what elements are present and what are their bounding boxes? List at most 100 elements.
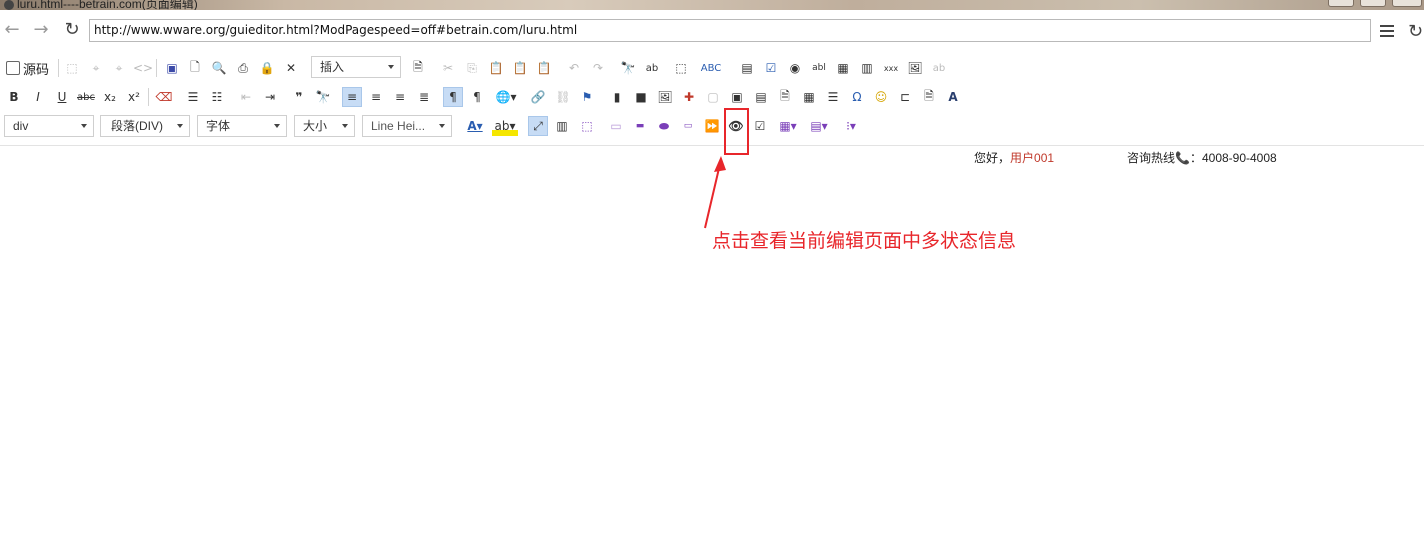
browser-menu-icon[interactable] bbox=[1380, 25, 1394, 37]
forward-icon[interactable]: ⏩ bbox=[702, 116, 722, 136]
remove-bookmark-icon[interactable]: ⌖ bbox=[109, 58, 129, 78]
bulleted-list-icon[interactable]: ☷ bbox=[207, 87, 227, 107]
spellcheck-icon[interactable]: ABC bbox=[701, 58, 722, 78]
rtl-icon[interactable]: ¶ bbox=[467, 87, 487, 107]
widget-icon-1[interactable]: ▭ bbox=[606, 116, 626, 136]
save-icon[interactable]: ▣ bbox=[162, 58, 182, 78]
image-icon[interactable]: 🖼 bbox=[655, 87, 675, 107]
grid-dropdown-icon[interactable]: ▦▾ bbox=[775, 116, 801, 136]
redo-icon[interactable]: ↷ bbox=[588, 58, 608, 78]
select-field-icon[interactable]: ▥ bbox=[857, 58, 877, 78]
table-dropdown-icon[interactable]: ▤▾ bbox=[806, 116, 832, 136]
form-icon[interactable]: ▤ bbox=[737, 58, 757, 78]
size-dropdown[interactable]: 大小 bbox=[294, 115, 355, 137]
smiley-icon[interactable]: ☺ bbox=[871, 87, 891, 107]
ltr-icon[interactable]: ¶ bbox=[443, 87, 463, 107]
reload-icon[interactable]: ↻ bbox=[63, 21, 81, 39]
language-icon[interactable]: 🌐▾ bbox=[492, 87, 520, 107]
bookmark-icon[interactable]: ⌖ bbox=[86, 58, 106, 78]
plus-icon[interactable]: ✚ bbox=[679, 87, 699, 107]
table-icon[interactable]: ▦ bbox=[799, 87, 819, 107]
remove-format-icon[interactable]: ⌫ bbox=[154, 87, 174, 107]
paste-text-icon[interactable]: 📋 bbox=[510, 58, 530, 78]
check-state-icon[interactable]: ☑ bbox=[750, 116, 770, 136]
find-replace-icon[interactable]: 🔭 bbox=[313, 87, 333, 107]
image-button-icon[interactable]: 🖼 bbox=[905, 58, 925, 78]
highlight-color-icon[interactable]: ab▾ bbox=[492, 116, 518, 136]
widget-icon-2[interactable]: ▬ bbox=[630, 116, 650, 136]
username-link[interactable]: 用户001 bbox=[1010, 151, 1054, 165]
address-bar[interactable]: http://www.wware.org/guieditor.html?ModP… bbox=[89, 19, 1371, 42]
close-window-button[interactable] bbox=[1392, 0, 1422, 7]
hidden-field-icon[interactable]: ab bbox=[929, 58, 949, 78]
find-icon[interactable]: 🔭 bbox=[618, 58, 638, 78]
replace-icon[interactable]: ab bbox=[642, 58, 662, 78]
div-container-icon[interactable]: ⬚ bbox=[577, 116, 597, 136]
italic-icon[interactable]: I bbox=[28, 87, 48, 107]
flash-icon[interactable]: ■ bbox=[631, 87, 651, 107]
chart-icon[interactable]: ▮ bbox=[607, 87, 627, 107]
media-icon[interactable]: ▣ bbox=[727, 87, 747, 107]
checkbox-icon[interactable]: ☑ bbox=[761, 58, 781, 78]
numbered-list-icon[interactable]: ☰ bbox=[183, 87, 203, 107]
forward-arrow-icon[interactable]: → bbox=[32, 21, 50, 39]
subscript-icon[interactable]: x₂ bbox=[100, 87, 120, 107]
calendar-icon[interactable]: ▤ bbox=[751, 87, 771, 107]
paste-word-icon[interactable]: 📋 bbox=[534, 58, 554, 78]
outdent-icon[interactable]: ⇤ bbox=[236, 87, 256, 107]
justify-icon[interactable]: ≣ bbox=[414, 87, 434, 107]
undo-icon[interactable]: ↶ bbox=[564, 58, 584, 78]
unlink-icon[interactable]: ⛓ bbox=[553, 87, 573, 107]
copy-icon[interactable]: ⎘ bbox=[462, 58, 482, 78]
line-height-dropdown[interactable]: Line Hei... bbox=[362, 115, 452, 137]
font-dropdown[interactable]: 字体 bbox=[197, 115, 287, 137]
widget-icon-4[interactable]: ▭ bbox=[678, 116, 698, 136]
strikethrough-icon[interactable]: abc bbox=[76, 87, 96, 107]
reload-icon-right[interactable]: ↻ bbox=[1408, 21, 1423, 42]
maximize-icon[interactable]: ⤢ bbox=[528, 116, 548, 136]
template-icon[interactable]: 🗎 bbox=[408, 58, 428, 78]
show-blocks-icon[interactable]: ▥ bbox=[552, 116, 572, 136]
align-left-icon[interactable]: ≡ bbox=[342, 87, 362, 107]
widget-icon-3[interactable]: ⬬ bbox=[654, 116, 674, 136]
superscript-icon[interactable]: x² bbox=[124, 87, 144, 107]
anchor-icon[interactable]: ⚑ bbox=[577, 87, 597, 107]
lock-icon[interactable]: 🔒 bbox=[257, 58, 277, 78]
blockquote-icon[interactable]: ❞ bbox=[289, 87, 309, 107]
element-dropdown[interactable]: div bbox=[4, 115, 94, 137]
format-dropdown[interactable]: 段落(DIV) bbox=[100, 115, 190, 137]
button-field-icon[interactable]: xxx bbox=[881, 58, 901, 78]
new-page-icon[interactable]: 🗋 bbox=[185, 58, 205, 78]
back-arrow-icon[interactable]: ← bbox=[3, 21, 21, 39]
textfield-icon[interactable]: abl bbox=[809, 58, 829, 78]
style-icon[interactable]: A bbox=[943, 87, 963, 107]
paste-icon[interactable]: 📋 bbox=[486, 58, 506, 78]
underline-icon[interactable]: U bbox=[52, 87, 72, 107]
align-center-icon[interactable]: ≡ bbox=[366, 87, 386, 107]
bold-icon[interactable]: B bbox=[4, 87, 24, 107]
text-color-icon[interactable]: A▾ bbox=[462, 116, 488, 136]
document-icon[interactable]: 🗎 bbox=[775, 87, 795, 107]
textarea-icon[interactable]: ▦ bbox=[833, 58, 853, 78]
select-all-icon[interactable]: ⬚ bbox=[62, 58, 82, 78]
special-char-icon[interactable]: Ω bbox=[847, 87, 867, 107]
indent-icon[interactable]: ⇥ bbox=[260, 87, 280, 107]
insert-dropdown[interactable]: 插入 bbox=[311, 56, 401, 78]
cut-icon[interactable]: ✂ bbox=[438, 58, 458, 78]
minimize-button[interactable] bbox=[1328, 0, 1354, 7]
close-icon[interactable]: ✕ bbox=[281, 58, 301, 78]
maximize-button[interactable] bbox=[1360, 0, 1386, 7]
radio-icon[interactable]: ◉ bbox=[785, 58, 805, 78]
print-icon[interactable]: ⎙ bbox=[233, 58, 253, 78]
code-icon[interactable]: <> bbox=[133, 58, 153, 78]
preview-icon[interactable]: 🔍 bbox=[209, 58, 229, 78]
select-icon[interactable]: ⬚ bbox=[671, 58, 691, 78]
link-icon[interactable]: 🔗 bbox=[528, 87, 548, 107]
hr-icon[interactable]: ☰ bbox=[823, 87, 843, 107]
iframe-icon[interactable]: ▢ bbox=[703, 87, 723, 107]
source-button[interactable]: 源码 bbox=[6, 58, 49, 78]
align-right-icon[interactable]: ≡ bbox=[390, 87, 410, 107]
more-dropdown-icon[interactable]: ⁝▾ bbox=[838, 116, 864, 136]
page-break-icon[interactable]: ⊏ bbox=[895, 87, 915, 107]
template-doc-icon[interactable]: 🗎 bbox=[919, 87, 939, 107]
